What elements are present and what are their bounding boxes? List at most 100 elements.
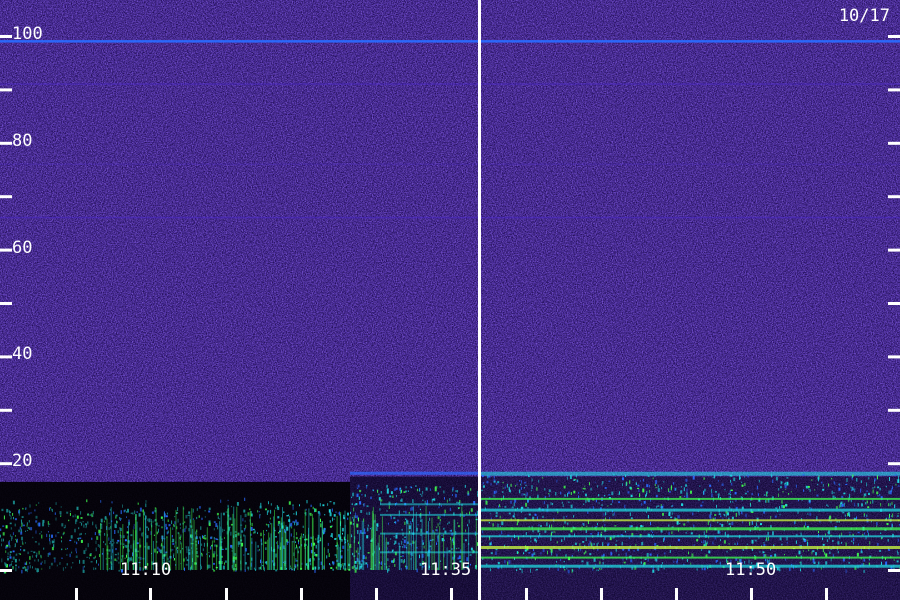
signal-speckle	[572, 569, 574, 572]
signal-speckle	[165, 523, 167, 527]
signal-speckle	[333, 514, 336, 517]
signal-speckle	[652, 569, 655, 573]
signal-speckle	[405, 565, 406, 568]
signal-speckle	[784, 482, 786, 485]
signal-speckle	[550, 502, 552, 506]
signal-speckle	[827, 531, 829, 534]
signal-speckle	[37, 569, 38, 573]
signal-speckle	[822, 543, 825, 546]
signal-streak	[353, 515, 355, 570]
signal-speckle	[104, 533, 106, 536]
signal-speckle	[96, 536, 99, 540]
signal-speckle	[83, 524, 85, 528]
signal-speckle	[614, 512, 616, 516]
signal-speckle	[645, 494, 646, 498]
signal-speckle	[528, 552, 531, 554]
signal-speckle	[95, 540, 97, 545]
signal-speckle	[499, 526, 501, 528]
signal-speckle	[2, 525, 5, 527]
signal-speckle	[388, 505, 390, 509]
signal-speckle	[598, 502, 600, 504]
signal-speckle	[617, 493, 619, 495]
signal-speckle	[669, 550, 671, 553]
signal-speckle	[552, 503, 554, 505]
x-tick	[375, 588, 378, 600]
signal-streak	[283, 521, 285, 570]
signal-speckle	[158, 528, 159, 533]
signal-speckle	[788, 493, 790, 495]
signal-speckle	[82, 559, 85, 564]
signal-speckle	[880, 503, 882, 507]
signal-speckle	[829, 515, 832, 519]
signal-speckle	[643, 562, 646, 565]
signal-speckle	[29, 504, 31, 508]
signal-speckle	[583, 503, 585, 505]
signal-speckle	[467, 490, 469, 495]
signal-speckle	[739, 477, 741, 480]
signal-speckle	[42, 522, 45, 527]
signal-speckle	[888, 490, 890, 495]
signal-speckle	[452, 494, 453, 496]
signal-speckle	[20, 531, 23, 535]
signal-speckle	[542, 515, 544, 519]
signal-streak	[323, 547, 325, 570]
signal-speckle	[63, 527, 65, 529]
signal-speckle	[891, 486, 893, 490]
signal-speckle	[292, 506, 294, 510]
signal-speckle	[654, 542, 657, 546]
signal-speckle	[351, 536, 353, 538]
signal-speckle	[258, 567, 260, 570]
y-tick-label: 60	[12, 237, 33, 258]
signal-speckle	[841, 542, 843, 544]
signal-speckle	[21, 569, 23, 574]
signal-speckle	[867, 529, 869, 533]
signal-speckle	[866, 500, 868, 504]
signal-speckle	[76, 551, 77, 554]
signal-speckle	[714, 514, 717, 516]
signal-speckle	[622, 477, 624, 481]
signal-speckle	[696, 538, 699, 542]
signal-speckle	[387, 547, 389, 550]
signal-speckle	[657, 505, 660, 507]
signal-speckle	[897, 479, 900, 483]
y-tick-label: 80	[12, 130, 33, 151]
signal-speckle	[841, 495, 844, 499]
signal-speckle	[597, 542, 599, 544]
signal-speckle	[808, 488, 810, 490]
signal-speckle	[662, 562, 663, 564]
signal-speckle	[775, 476, 778, 481]
signal-speckle	[521, 493, 523, 497]
signal-speckle	[213, 569, 216, 572]
signal-speckle	[145, 503, 147, 508]
signal-speckle	[845, 542, 847, 547]
signal-speckle	[356, 523, 359, 528]
signal-speckle	[254, 530, 256, 534]
signal-speckle	[195, 531, 197, 535]
signal-speckle	[257, 549, 259, 552]
signal-speckle	[174, 516, 176, 518]
signal-speckle	[8, 510, 10, 513]
signal-speckle	[79, 559, 81, 564]
signal-speckle	[105, 516, 107, 520]
y-tick-left	[0, 248, 12, 252]
signal-speckle	[235, 563, 237, 568]
signal-streak	[273, 516, 275, 570]
signal-speckle	[504, 560, 506, 564]
signal-speckle	[578, 491, 580, 494]
signal-speckle	[599, 561, 601, 565]
signal-speckle	[595, 499, 597, 503]
signal-speckle	[213, 521, 216, 523]
signal-speckle	[435, 529, 437, 531]
signal-speckle	[467, 524, 469, 527]
signal-speckle	[115, 548, 117, 551]
signal-speckle	[15, 567, 17, 572]
signal-speckle	[504, 506, 507, 508]
signal-speckle	[686, 559, 688, 562]
signal-speckle	[265, 523, 267, 526]
signal-speckle	[657, 488, 660, 492]
signal-speckle	[849, 531, 851, 534]
signal-speckle	[818, 531, 819, 534]
signal-streak	[317, 534, 319, 570]
signal-speckle	[320, 523, 322, 528]
signal-speckle	[179, 523, 181, 526]
